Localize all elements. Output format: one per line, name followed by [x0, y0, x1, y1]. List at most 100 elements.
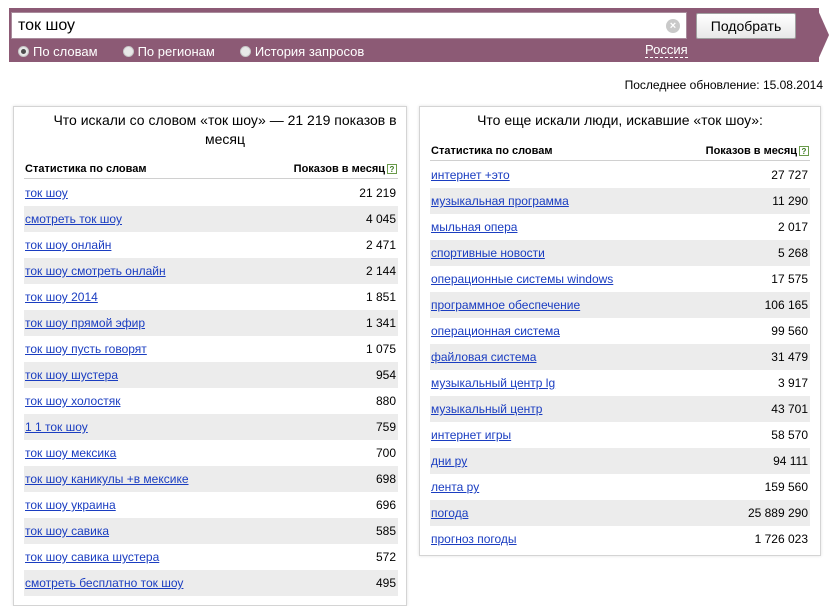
keyword-link[interactable]: файловая система [431, 350, 536, 364]
impressions-count: 2 471 [365, 238, 396, 252]
keyword-link[interactable]: ток шоу савика [25, 524, 109, 538]
table-row: интернет игры 58 570 [430, 422, 810, 448]
keyword-link[interactable]: ток шоу онлайн [25, 238, 111, 252]
table-row: ток шоу 2014 1 851 [24, 284, 398, 310]
impressions-count: 106 165 [764, 298, 808, 312]
keyword-link[interactable]: ток шоу каникулы +в мексике [25, 472, 189, 486]
keyword-link[interactable]: дни ру [431, 454, 467, 468]
keyword-link[interactable]: смотреть бесплатно ток шоу [25, 576, 183, 590]
column-keyword: Статистика по словам [25, 163, 147, 175]
keyword-link[interactable]: ток шоу холостяк [25, 394, 120, 408]
clear-icon[interactable]: × [666, 19, 680, 33]
panel-title: Что еще искали люди, искавшие «ток шоу»: [477, 112, 763, 128]
table-row: музыкальная программа 11 290 [430, 188, 810, 214]
region-link[interactable]: Россия [645, 43, 688, 58]
impressions-count: 43 701 [771, 402, 808, 416]
table-row: смотреть ток шоу 4 045 [24, 206, 398, 232]
impressions-count: 99 560 [771, 324, 808, 338]
mode-by-regions[interactable]: По регионам [122, 43, 215, 59]
keyword-link[interactable]: ток шоу шустера [25, 368, 118, 382]
related-searches-panel: Что еще искали люди, искавшие «ток шоу»:… [419, 106, 821, 556]
keyword-link[interactable]: спортивные новости [431, 246, 545, 260]
impressions-count: 1 341 [365, 316, 396, 330]
keyword-link[interactable]: ток шоу прямой эфир [25, 316, 145, 330]
column-count-label: Показов в месяц [705, 145, 797, 157]
help-icon[interactable]: ? [799, 146, 809, 157]
mode-label: История запросов [254, 43, 365, 59]
mode-by-words[interactable]: По словам [18, 43, 98, 59]
impressions-count: 31 479 [771, 350, 808, 364]
table-header: Статистика по словам Показов в месяц? [430, 143, 810, 161]
impressions-count: 159 560 [764, 480, 808, 494]
impressions-count: 3 917 [777, 376, 808, 390]
keyword-link[interactable]: погода [431, 506, 468, 520]
keyword-link[interactable]: интернет +это [431, 168, 510, 182]
impressions-count: 17 575 [771, 272, 808, 286]
keyword-link[interactable]: ток шоу савика шустера [25, 550, 159, 564]
mode-label: По словам [33, 43, 98, 59]
table-row: лента ру 159 560 [430, 474, 810, 500]
table-row: файловая система 31 479 [430, 344, 810, 370]
impressions-count: 21 219 [359, 186, 396, 200]
keyword-link[interactable]: музыкальный центр [431, 402, 542, 416]
table-row: ток шоу 21 219 [24, 180, 398, 206]
impressions-count: 2 017 [777, 220, 808, 234]
keyword-link[interactable]: прогноз погоды [431, 532, 517, 546]
submit-button[interactable]: Подобрать [696, 13, 796, 39]
search-modes: По словам По регионам История запросов [18, 43, 389, 59]
keyword-link[interactable]: ток шоу 2014 [25, 290, 98, 304]
keyword-link[interactable]: интернет игры [431, 428, 511, 442]
impressions-count: 11 290 [772, 194, 808, 208]
table-row: смотреть бесплатно ток шоу 495 [24, 570, 398, 596]
keyword-link[interactable]: ток шоу смотреть онлайн [25, 264, 166, 278]
keyword-link[interactable]: музыкальный центр lg [431, 376, 555, 390]
impressions-count: 58 570 [771, 428, 808, 442]
table-row: ток шоу холостяк 880 [24, 388, 398, 414]
radio-icon[interactable] [18, 45, 29, 57]
keyword-link[interactable]: мыльная опера [431, 220, 517, 234]
keyword-link[interactable]: ток шоу [25, 186, 68, 200]
impressions-count: 572 [375, 550, 396, 564]
keyword-link[interactable]: ток шоу мексика [25, 446, 116, 460]
keyword-link[interactable]: 1 1 ток шоу [25, 420, 88, 434]
search-input[interactable] [18, 16, 658, 36]
impressions-count: 954 [375, 368, 396, 382]
mode-history[interactable]: История запросов [239, 43, 365, 59]
search-field[interactable]: × [11, 12, 687, 39]
radio-icon[interactable] [122, 45, 134, 57]
impressions-count: 94 111 [773, 454, 808, 468]
impressions-count: 759 [375, 420, 396, 434]
table-row: интернет +это 27 727 [430, 162, 810, 188]
keyword-link[interactable]: смотреть ток шоу [25, 212, 122, 226]
last-updated: Последнее обновление: 15.08.2014 [624, 78, 823, 92]
keyword-link[interactable]: ток шоу украина [25, 498, 116, 512]
table-row: музыкальный центр lg 3 917 [430, 370, 810, 396]
table-row: ток шоу савика шустера 572 [24, 544, 398, 570]
keyword-link[interactable]: операционная система [431, 324, 560, 338]
search-bar-arrow [817, 8, 829, 62]
table-row: дни ру 94 111 [430, 448, 810, 474]
keyword-link[interactable]: операционные системы windows [431, 272, 613, 286]
impressions-count: 27 727 [771, 168, 808, 182]
radio-icon[interactable] [239, 45, 251, 57]
keyword-link[interactable]: лента ру [431, 480, 479, 494]
table-row: погода 25 889 290 [430, 500, 810, 526]
table-row: ток шоу шустера 954 [24, 362, 398, 388]
help-icon[interactable]: ? [387, 164, 397, 175]
table-row: ток шоу мексика 700 [24, 440, 398, 466]
impressions-count: 1 075 [365, 342, 396, 356]
column-count: Показов в месяц? [706, 145, 809, 157]
impressions-count: 880 [375, 394, 396, 408]
table-row: ток шоу каникулы +в мексике 698 [24, 466, 398, 492]
impressions-count: 698 [375, 472, 396, 486]
keyword-link[interactable]: музыкальная программа [431, 194, 569, 208]
impressions-count: 2 144 [365, 264, 396, 278]
panel-title: Что искали со словом «ток шоу» — 21 219 … [53, 112, 397, 147]
column-count-label: Показов в месяц [293, 163, 385, 175]
impressions-count: 696 [375, 498, 396, 512]
impressions-count: 25 889 290 [747, 506, 808, 520]
impressions-count: 1 851 [365, 290, 396, 304]
table-row: операционные системы windows 17 575 [430, 266, 810, 292]
keyword-link[interactable]: программное обеспечение [431, 298, 580, 312]
keyword-link[interactable]: ток шоу пусть говорят [25, 342, 147, 356]
